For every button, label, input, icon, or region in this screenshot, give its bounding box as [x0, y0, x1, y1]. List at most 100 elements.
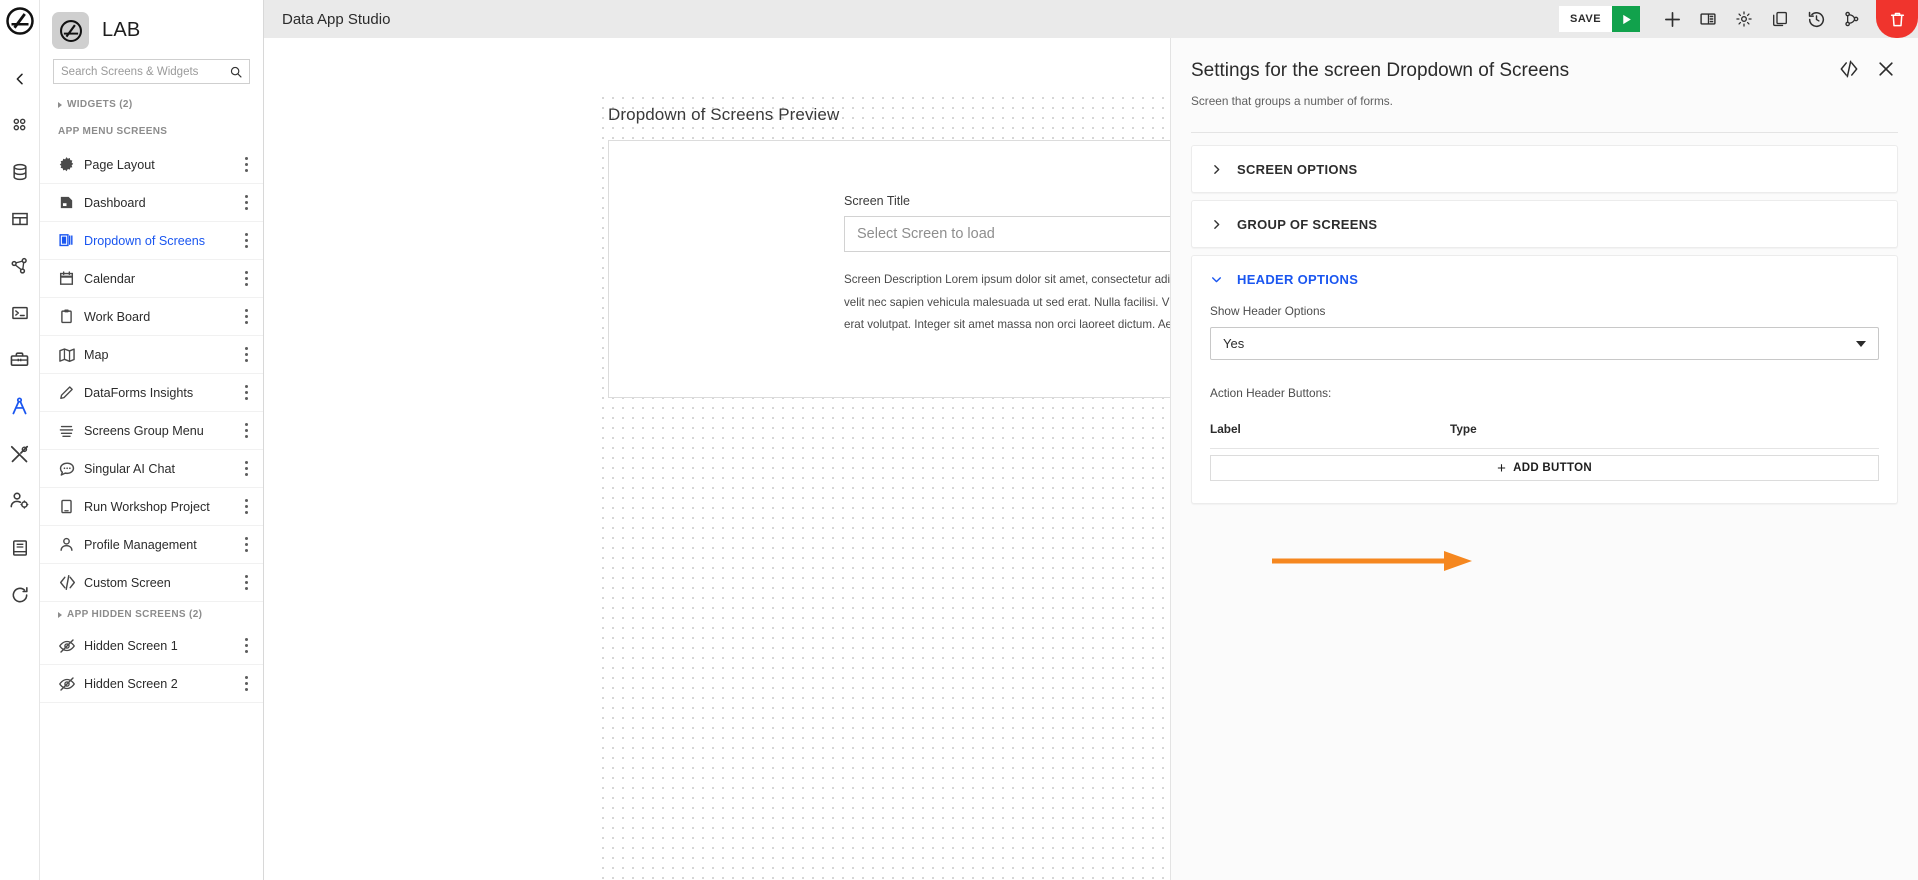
code-brackets-icon[interactable]	[1838, 58, 1860, 80]
eye-off-icon	[58, 675, 84, 693]
kebab-menu-icon[interactable]	[235, 188, 257, 218]
top-toolbar: SAVE	[1559, 0, 1918, 38]
rail-item-apps[interactable]	[0, 101, 39, 148]
column-header-label: Label	[1210, 422, 1241, 436]
settings-header-actions	[1838, 58, 1896, 80]
product-logo-icon	[5, 6, 35, 41]
rail-item-refresh[interactable]	[0, 571, 39, 618]
starburst-icon	[58, 156, 84, 173]
sidebar-item-label: Calendar	[84, 271, 136, 286]
section-title: GROUP OF SCREENS	[1237, 216, 1378, 232]
rail-item-tables[interactable]	[0, 195, 39, 242]
sidebar-item-label: Page Layout	[84, 157, 155, 172]
grid-dots-icon	[13, 118, 26, 131]
play-icon[interactable]	[1612, 6, 1640, 32]
chevron-left-icon	[16, 73, 23, 85]
app-title: Data App Studio	[282, 10, 391, 28]
kebab-menu-icon[interactable]	[235, 530, 257, 560]
sidebar-item-screens-group-menu[interactable]: Screens Group Menu	[40, 412, 263, 450]
rail-item-data-sources[interactable]	[0, 148, 39, 195]
version-branch-button[interactable]	[1834, 0, 1870, 38]
search-icon[interactable]	[223, 65, 249, 79]
triangle-right-icon	[58, 101, 62, 108]
sidebar-item-dropdown-of-screens[interactable]: Dropdown of Screens	[40, 222, 263, 260]
settings-sections: SCREEN OPTIONS GROUP OF SCREENS HEADER O…	[1171, 133, 1918, 880]
pencil-icon	[58, 384, 84, 401]
book-icon	[12, 539, 27, 556]
action-buttons-table: Label Type + ADD BUTTON	[1210, 422, 1879, 481]
chevron-down-icon	[1210, 273, 1223, 286]
sidebar-item-hidden-screen-2[interactable]: Hidden Screen 2	[40, 665, 263, 703]
rail-item-docs[interactable]	[0, 524, 39, 571]
show-header-options-select[interactable]: Yes	[1210, 327, 1879, 360]
sidebar-item-singular-ai-chat[interactable]: Singular AI Chat	[40, 450, 263, 488]
sidebar-scroll-area: WIDGETS (2) APP MENU SCREENS Page Layout…	[40, 92, 263, 880]
copy-icon	[1773, 11, 1787, 27]
kebab-menu-icon[interactable]	[235, 302, 257, 332]
section-header-options-header[interactable]: HEADER OPTIONS	[1192, 256, 1897, 302]
kebab-menu-icon[interactable]	[235, 340, 257, 370]
section-group-of-screens: GROUP OF SCREENS	[1191, 200, 1898, 248]
kebab-menu-icon[interactable]	[235, 669, 257, 699]
sidebar-item-profile-management[interactable]: Profile Management	[40, 526, 263, 564]
rail-item-pipelines[interactable]	[0, 242, 39, 289]
sidebar-item-label: DataForms Insights	[84, 385, 194, 400]
kebab-menu-icon[interactable]	[235, 568, 257, 598]
sidebar-item-dashboard[interactable]: Dashboard	[40, 184, 263, 222]
header-options-body: Show Header Options Yes Action Header Bu…	[1192, 302, 1897, 503]
sidebar-item-custom-screen[interactable]: Custom Screen	[40, 564, 263, 602]
sidebar-item-hidden-screen-1[interactable]: Hidden Screen 1	[40, 627, 263, 665]
compass-icon	[12, 397, 27, 415]
kebab-menu-icon[interactable]	[235, 378, 257, 408]
main-area: Data App Studio Dropdown of Screens Prev…	[264, 0, 1918, 880]
sidebar-item-calendar[interactable]: Calendar	[40, 260, 263, 298]
kebab-menu-icon[interactable]	[235, 150, 257, 180]
chevron-down-icon	[1856, 340, 1866, 347]
add-button-row[interactable]: + ADD BUTTON	[1210, 455, 1879, 481]
sidebar-item-label: Run Workshop Project	[84, 499, 210, 514]
rail-item-utilities[interactable]	[0, 430, 39, 477]
sidebar-item-label: Dashboard	[84, 195, 146, 210]
delete-button[interactable]	[1876, 0, 1918, 38]
rail-item-console[interactable]	[0, 289, 39, 336]
section-group-of-screens-header[interactable]: GROUP OF SCREENS	[1192, 201, 1897, 247]
save-button[interactable]: SAVE	[1559, 6, 1612, 32]
menu-lines-icon	[58, 422, 84, 439]
kebab-menu-icon[interactable]	[235, 454, 257, 484]
section-screen-options-header[interactable]: SCREEN OPTIONS	[1192, 146, 1897, 192]
rail-item-data-app-studio[interactable]	[0, 383, 39, 430]
duplicate-button[interactable]	[1762, 0, 1798, 38]
add-button-label: ADD BUTTON	[1513, 462, 1592, 474]
layout-button[interactable]	[1690, 0, 1726, 38]
sidebar-item-map[interactable]: Map	[40, 336, 263, 374]
section-screen-options: SCREEN OPTIONS	[1191, 145, 1898, 193]
sidebar-item-page-layout[interactable]: Page Layout	[40, 146, 263, 184]
history-button[interactable]	[1798, 0, 1834, 38]
chevron-right-icon	[1210, 163, 1223, 176]
kebab-menu-icon[interactable]	[235, 416, 257, 446]
rail-item-user-admin[interactable]	[0, 477, 39, 524]
rail-item-toolbox[interactable]	[0, 336, 39, 383]
settings-button[interactable]	[1726, 0, 1762, 38]
action-header-buttons-label: Action Header Buttons:	[1210, 386, 1332, 400]
add-button[interactable]	[1654, 0, 1690, 38]
sidebar-item-work-board[interactable]: Work Board	[40, 298, 263, 336]
database-icon	[12, 163, 27, 180]
kebab-menu-icon[interactable]	[235, 631, 257, 661]
project-name: LAB	[102, 19, 141, 41]
sidebar-group-widgets[interactable]: WIDGETS (2)	[40, 92, 263, 117]
kebab-menu-icon[interactable]	[235, 492, 257, 522]
sidebar-item-run-workshop-project[interactable]: Run Workshop Project	[40, 488, 263, 526]
sidebar-item-label: Screens Group Menu	[84, 423, 204, 438]
ring-slash-logo-icon	[59, 19, 82, 42]
sidebar-group-hidden-screens[interactable]: APP HIDDEN SCREENS (2)	[40, 602, 263, 627]
code-icon	[58, 573, 84, 592]
kebab-menu-icon[interactable]	[235, 264, 257, 294]
kebab-menu-icon[interactable]	[235, 226, 257, 256]
close-icon[interactable]	[1876, 59, 1896, 79]
search-input[interactable]	[54, 60, 223, 83]
sidebar-item-dataforms-insights[interactable]: DataForms Insights	[40, 374, 263, 412]
settings-header: Settings for the screen Dropdown of Scre…	[1171, 38, 1918, 108]
sidebar-project-header: LAB	[40, 0, 263, 57]
sidebar-collapse-toggle[interactable]	[0, 57, 39, 101]
